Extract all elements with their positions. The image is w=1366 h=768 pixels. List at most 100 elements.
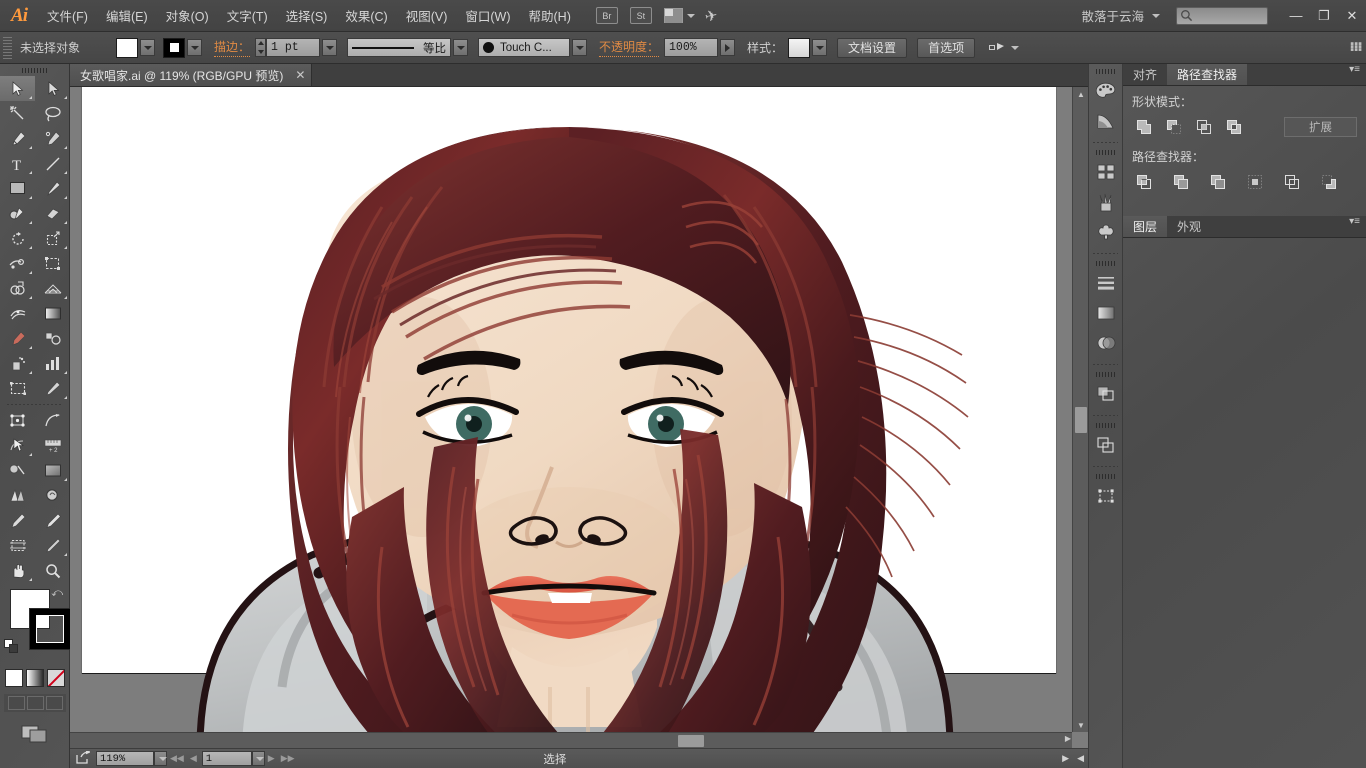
- workspace-name[interactable]: 散落于云海: [1081, 6, 1160, 25]
- transparency-icon[interactable]: [1089, 328, 1122, 358]
- graphic-style-dropdown[interactable]: [812, 39, 827, 56]
- opacity-slider-button[interactable]: [720, 39, 735, 56]
- stock-icon[interactable]: St: [630, 7, 652, 24]
- stroke-swatch-button[interactable]: [163, 38, 185, 58]
- status-expand-icon[interactable]: ▶: [1058, 753, 1073, 764]
- lasso-tool[interactable]: [35, 101, 70, 126]
- stroke-color-swatch[interactable]: [30, 609, 70, 649]
- stroke-weight-input[interactable]: 1 pt: [266, 38, 320, 57]
- gradient-mode-button[interactable]: [26, 669, 44, 687]
- free-transform-tool[interactable]: [35, 251, 70, 276]
- magnify-out-tool[interactable]: [35, 483, 70, 508]
- brush-dropdown-button[interactable]: [572, 39, 587, 56]
- pen-tool[interactable]: [0, 126, 35, 151]
- mesh-gradient-tool[interactable]: [35, 458, 70, 483]
- control-bar-grip[interactable]: [3, 37, 12, 59]
- tab-align[interactable]: 对齐: [1123, 64, 1167, 85]
- direct-selection-tool[interactable]: [35, 76, 70, 101]
- stroke-weight-dropdown[interactable]: [322, 39, 337, 56]
- fill-dropdown-button[interactable]: [140, 39, 155, 56]
- menu-object[interactable]: 对象(O): [157, 0, 218, 31]
- horizontal-scrollbar[interactable]: ▶: [70, 732, 1072, 748]
- intersect-button[interactable]: [1192, 116, 1216, 138]
- transform-dock-icon[interactable]: [1089, 481, 1122, 511]
- live-paint-bucket-tool[interactable]: [0, 433, 35, 458]
- menu-effect[interactable]: 效果(C): [336, 0, 396, 31]
- exclude-button[interactable]: [1222, 116, 1246, 138]
- document-setup-button[interactable]: 文档设置: [837, 38, 907, 58]
- scroll-right-icon[interactable]: ▶: [1065, 734, 1071, 743]
- artboard-dropdown[interactable]: [252, 751, 265, 766]
- zoom-level-dropdown[interactable]: [154, 751, 167, 766]
- stroke-profile-dropdown[interactable]: [453, 39, 468, 56]
- magic-wand-tool[interactable]: [0, 101, 35, 126]
- minus-back-button[interactable]: [1317, 171, 1341, 193]
- dock-grip[interactable]: [1089, 420, 1122, 430]
- first-artboard-button[interactable]: ◀◀: [167, 753, 187, 764]
- menu-help[interactable]: 帮助(H): [520, 0, 580, 31]
- eyedropper-tool[interactable]: [0, 326, 35, 351]
- menu-type[interactable]: 文字(T): [218, 0, 277, 31]
- menu-window[interactable]: 窗口(W): [456, 0, 519, 31]
- search-input[interactable]: [1176, 7, 1268, 25]
- tab-appearance[interactable]: 外观: [1167, 216, 1211, 237]
- stroke-dropdown-button[interactable]: [187, 39, 202, 56]
- canvas-area[interactable]: ▲ ▼ ▶: [70, 87, 1088, 748]
- status-text[interactable]: 选择: [543, 751, 566, 767]
- canvas-scroll-region[interactable]: [70, 87, 1072, 732]
- selection-tool[interactable]: [0, 76, 35, 101]
- stroke-weight-label[interactable]: 描边：: [214, 38, 250, 57]
- gradient-icon[interactable]: [1089, 298, 1122, 328]
- draw-normal-button[interactable]: [8, 696, 25, 710]
- unite-button[interactable]: [1132, 116, 1156, 138]
- previous-artboard-button[interactable]: ◀: [187, 753, 200, 764]
- hand-tool[interactable]: [0, 558, 35, 583]
- merge-button[interactable]: [1206, 171, 1230, 193]
- zoom-level-input[interactable]: 119%: [96, 751, 154, 766]
- scroll-down-icon[interactable]: ▼: [1073, 718, 1088, 732]
- color-guide-icon[interactable]: [1089, 106, 1122, 136]
- vertical-scroll-thumb[interactable]: [1075, 407, 1087, 433]
- opacity-input[interactable]: 100%: [664, 38, 718, 57]
- vertical-scrollbar[interactable]: ▲ ▼: [1072, 87, 1088, 732]
- dock-grip[interactable]: [1089, 66, 1122, 76]
- artboard-tool[interactable]: [0, 376, 35, 401]
- column-graph-tool[interactable]: [35, 351, 70, 376]
- bridge-icon[interactable]: Br: [596, 7, 618, 24]
- draw-behind-button[interactable]: [27, 696, 44, 710]
- crop-button[interactable]: [1243, 171, 1267, 193]
- measure-tool[interactable]: [35, 408, 70, 433]
- perspective-grid-tool[interactable]: [35, 276, 70, 301]
- none-mode-button[interactable]: [47, 669, 65, 687]
- zoom-tool[interactable]: [35, 558, 70, 583]
- dock-grip[interactable]: [1089, 471, 1122, 481]
- rotate-tool[interactable]: [0, 226, 35, 251]
- paintbrush-tool[interactable]: [35, 176, 70, 201]
- smooth-tool[interactable]: [35, 508, 70, 533]
- minus-front-button[interactable]: [1162, 116, 1186, 138]
- color-palette-icon[interactable]: [1089, 76, 1122, 106]
- menu-file[interactable]: 文件(F): [38, 0, 97, 31]
- gradient-tool[interactable]: [35, 301, 70, 326]
- divide-button[interactable]: [1132, 171, 1156, 193]
- outline-button[interactable]: [1280, 171, 1304, 193]
- close-button[interactable]: ✕: [1338, 5, 1366, 27]
- dock-grip[interactable]: [1089, 258, 1122, 268]
- graphic-style-swatch[interactable]: [788, 38, 810, 58]
- width-tool[interactable]: [0, 251, 35, 276]
- knife-tool[interactable]: [35, 533, 70, 558]
- minimize-button[interactable]: —: [1282, 5, 1310, 27]
- pencil-tool[interactable]: [0, 508, 35, 533]
- mesh-tool[interactable]: [0, 301, 35, 326]
- screen-mode-button[interactable]: [0, 724, 69, 744]
- artboard-number-input[interactable]: 1: [202, 751, 252, 766]
- document-tab[interactable]: 女歌唱家.ai @ 119% (RGB/GPU 预览) ✕: [70, 64, 312, 86]
- puppet-warp-tool[interactable]: [0, 408, 35, 433]
- slice-tool[interactable]: [35, 376, 70, 401]
- fill-swatch-button[interactable]: [116, 38, 138, 58]
- swap-fill-stroke-icon[interactable]: ⤺: [51, 587, 63, 600]
- symbols-icon[interactable]: [1089, 217, 1122, 247]
- symbol-shifter-tool[interactable]: [0, 483, 35, 508]
- share-icon[interactable]: [76, 751, 90, 767]
- eraser-tool[interactable]: [35, 201, 70, 226]
